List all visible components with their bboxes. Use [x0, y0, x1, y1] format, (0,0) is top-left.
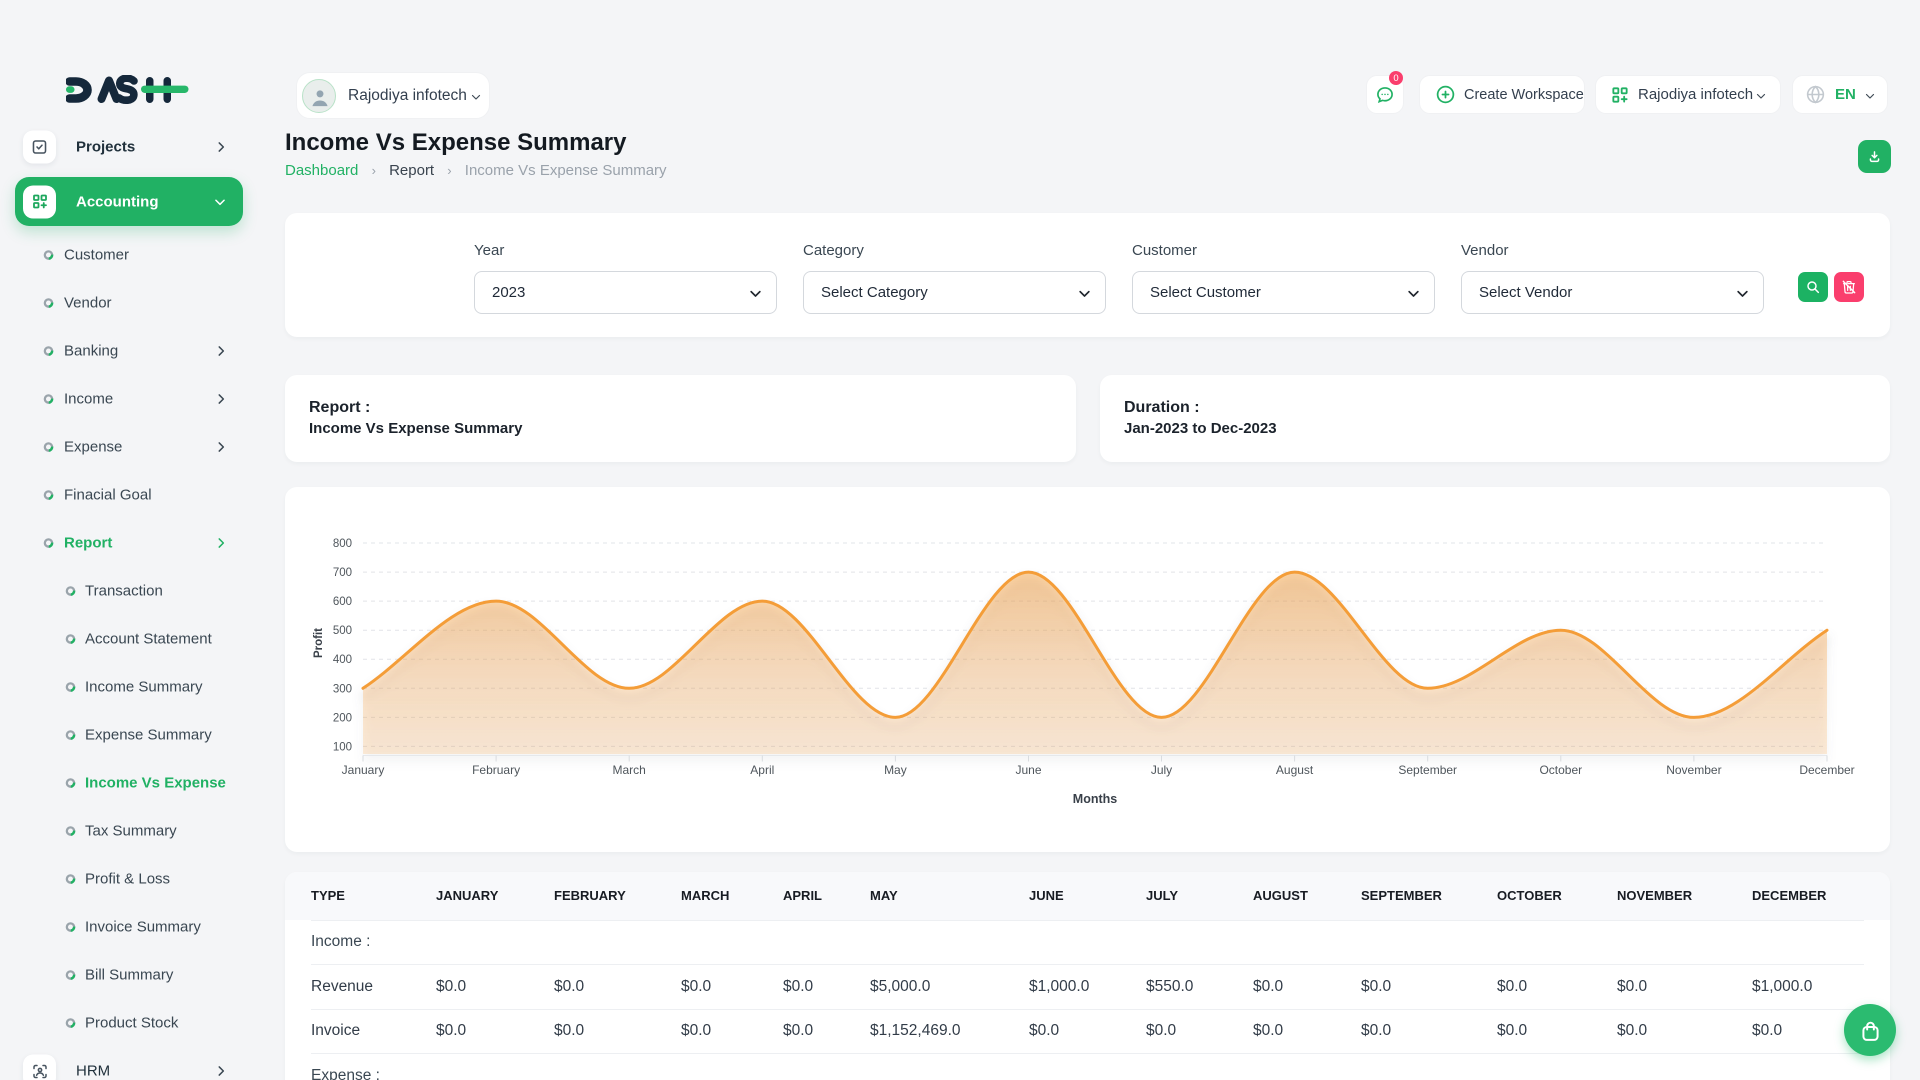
svg-text:400: 400: [333, 654, 352, 666]
svg-text:200: 200: [333, 712, 352, 724]
svg-text:June: June: [1015, 763, 1041, 777]
svg-text:Months: Months: [1073, 792, 1117, 806]
svg-text:January: January: [342, 763, 385, 777]
svg-text:February: February: [472, 763, 520, 777]
svg-text:July: July: [1151, 763, 1172, 777]
svg-text:700: 700: [333, 567, 352, 579]
svg-text:March: March: [613, 763, 646, 777]
svg-text:Profit: Profit: [313, 628, 325, 658]
svg-text:800: 800: [333, 538, 352, 550]
svg-text:600: 600: [333, 596, 352, 608]
svg-text:November: November: [1666, 763, 1721, 777]
svg-text:December: December: [1799, 763, 1854, 777]
svg-text:April: April: [750, 763, 774, 777]
svg-text:October: October: [1539, 763, 1582, 777]
svg-text:500: 500: [333, 625, 352, 637]
svg-text:300: 300: [333, 683, 352, 695]
svg-text:100: 100: [333, 741, 352, 753]
svg-text:August: August: [1276, 763, 1314, 777]
svg-text:September: September: [1398, 763, 1457, 777]
svg-text:May: May: [884, 763, 907, 777]
